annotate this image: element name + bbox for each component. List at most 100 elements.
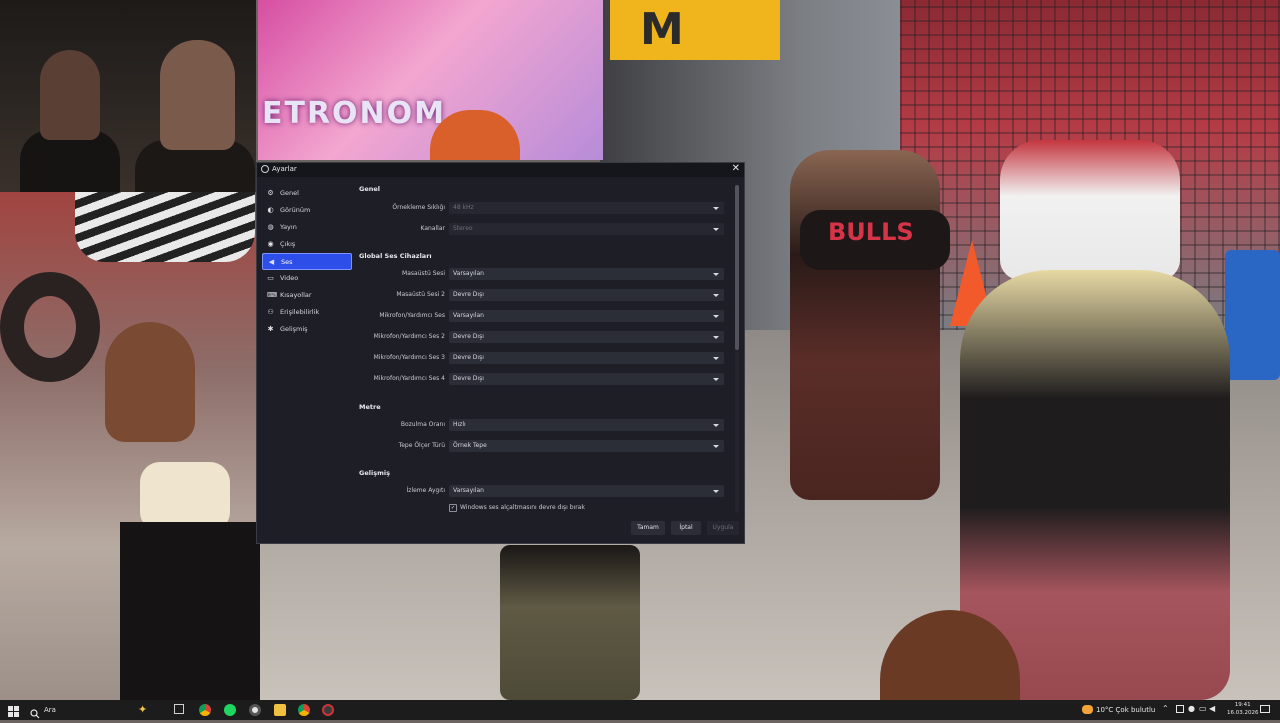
wrench-icon: ✱: [267, 325, 274, 333]
task-view-icon[interactable]: [174, 704, 184, 714]
chevron-down-icon: [713, 207, 719, 210]
neon-sign: [258, 0, 603, 160]
audio-device-select[interactable]: Devre Dışı: [449, 289, 724, 301]
section-global-devices-title: Global Ses Cihazları: [359, 252, 432, 260]
taskbar-clock[interactable]: 19:41 16.03.2026: [1227, 701, 1259, 717]
scrollbar-thumb[interactable]: [735, 185, 739, 350]
search-icon[interactable]: [30, 704, 40, 719]
meter-setting-select[interactable]: Örnek Tepe: [449, 440, 724, 452]
monitoring-device-select[interactable]: Varsayılan: [449, 485, 724, 497]
close-button[interactable]: ✕: [732, 163, 740, 175]
audio-device-value: Varsayılan: [453, 270, 484, 277]
spotify-icon[interactable]: [224, 704, 236, 716]
copilot-sparkle-icon[interactable]: ✦: [138, 703, 147, 717]
audio-device-label: Mikrofon/Yardımcı Ses 3: [373, 354, 445, 361]
dancer-shirt-text: BULLS: [828, 218, 914, 246]
chevron-down-icon: [713, 490, 719, 493]
cancel-button[interactable]: İptal: [671, 521, 701, 535]
settings-scrollbar[interactable]: [735, 185, 739, 513]
sidebar-item-accessibility[interactable]: ⚇ Erişilebilirlik: [262, 304, 352, 321]
chevron-down-icon: [713, 228, 719, 231]
audio-device-value: Devre Dışı: [453, 291, 484, 298]
audio-device-label: Mikrofon/Yardımcı Ses: [379, 312, 445, 319]
sidebar-item-label: Kısayollar: [280, 291, 312, 299]
sidebar-item-label: Ses: [281, 258, 293, 266]
dancer-left: [790, 150, 940, 500]
audio-device-select[interactable]: Devre Dışı: [449, 373, 724, 385]
section-advanced-title: Gelişmiş: [359, 469, 390, 477]
settings-dialog: Ayarlar ✕ ⚙ Genel ◐ Görünüm ◍ Yayın ◉ Çıkış ◀ Ses…: [256, 162, 745, 544]
audio-device-select[interactable]: Varsayılan: [449, 268, 724, 280]
apply-button[interactable]: Uygula: [707, 521, 739, 535]
channels-select[interactable]: Stereo: [449, 223, 724, 235]
chevron-down-icon: [713, 378, 719, 381]
ducking-checkbox-label: Windows ses alçaltmasını devre dışı bıra…: [460, 504, 585, 511]
tire: [0, 272, 100, 382]
sidebar-item-gear[interactable]: ⚙ Genel: [262, 185, 352, 202]
channels-label: Kanallar: [420, 225, 445, 232]
settings-gear-icon[interactable]: [249, 704, 261, 716]
audio-device-select[interactable]: Devre Dışı: [449, 331, 724, 343]
dialog-titlebar[interactable]: Ayarlar ✕: [257, 163, 744, 177]
obs-icon[interactable]: [322, 704, 334, 716]
meter-setting-label: Bozulma Oranı: [400, 421, 445, 428]
sidebar-item-keyboard[interactable]: ⌨ Kısayollar: [262, 287, 352, 304]
taskbar-search-label[interactable]: Ara: [44, 704, 56, 716]
settings-sidebar: ⚙ Genel ◐ Görünüm ◍ Yayın ◉ Çıkış ◀ Ses ▭ Video ⌨ Kıs…: [262, 185, 352, 338]
meter-setting-value: Hızlı: [453, 421, 466, 428]
audio-device-select[interactable]: Varsayılan: [449, 310, 724, 322]
weather-text[interactable]: 10°C Çok bulutlu: [1096, 704, 1155, 716]
chevron-down-icon: [713, 273, 719, 276]
sidebar-item-label: Görünüm: [280, 206, 311, 214]
meter-setting-label: Tepe Ölçer Türü: [398, 442, 445, 449]
dialog-title: Ayarlar: [272, 165, 297, 173]
chevron-down-icon: [713, 294, 719, 297]
yellow-sign-text: M: [640, 4, 684, 55]
appearance-icon: ◐: [267, 206, 274, 214]
accessibility-icon: ⚇: [267, 308, 274, 316]
audio-device-value: Devre Dışı: [453, 354, 484, 361]
sidebar-item-appearance[interactable]: ◐ Görünüm: [262, 202, 352, 219]
audio-device-value: Devre Dışı: [453, 333, 484, 340]
notification-icon[interactable]: [1260, 705, 1270, 713]
audio-device-select[interactable]: Devre Dışı: [449, 352, 724, 364]
sidebar-item-label: Genel: [280, 189, 299, 197]
usb-icon[interactable]: [1176, 705, 1184, 713]
sidebar-item-label: Erişilebilirlik: [280, 308, 320, 316]
ducking-checkbox[interactable]: ✓: [449, 503, 457, 512]
audio-device-value: Devre Dışı: [453, 375, 484, 382]
yellow-sign: [610, 0, 780, 60]
keyboard-icon: ⌨: [267, 291, 278, 299]
sidebar-item-wrench[interactable]: ✱ Gelişmiş: [262, 321, 352, 338]
chrome-icon-2[interactable]: [298, 704, 310, 716]
speaker-icon: ◀: [268, 258, 275, 266]
audio-device-label: Mikrofon/Yardımcı Ses 2: [373, 333, 445, 340]
side-video-clip: [0, 192, 260, 702]
sidebar-item-label: Video: [280, 274, 299, 282]
audio-device-value: Varsayılan: [453, 312, 484, 319]
sidebar-item-output[interactable]: ◉ Çıkış: [262, 236, 352, 253]
network-icon[interactable]: ▭: [1199, 704, 1207, 718]
sidebar-item-label: Gelişmiş: [280, 325, 308, 333]
section-meters-title: Metre: [359, 403, 381, 411]
meter-setting-select[interactable]: Hızlı: [449, 419, 724, 431]
microphone-icon[interactable]: ●: [1188, 704, 1195, 718]
sidebar-item-monitor[interactable]: ▭ Video: [262, 270, 352, 287]
monitoring-device-value: Varsayılan: [453, 487, 484, 494]
sidebar-item-globe[interactable]: ◍ Yayın: [262, 219, 352, 236]
audio-device-label: Masaüstü Sesi 2: [396, 291, 445, 298]
file-explorer-icon[interactable]: [274, 704, 286, 716]
chrome-icon[interactable]: [199, 704, 211, 716]
chevron-up-icon[interactable]: ⌃: [1162, 704, 1169, 718]
ducking-checkbox-row[interactable]: ✓ Windows ses alçaltmasını devre dışı bır…: [449, 503, 585, 512]
start-button[interactable]: [8, 703, 22, 717]
volume-icon[interactable]: ◀: [1209, 704, 1215, 718]
dancer-bottom: [500, 545, 640, 700]
dancer-white-jacket: [1000, 140, 1180, 280]
audio-device-label: Mikrofon/Yardımcı Ses 4: [373, 375, 445, 382]
chevron-down-icon: [713, 315, 719, 318]
ok-button[interactable]: Tamam: [631, 521, 665, 535]
striped-shirt: [75, 192, 255, 262]
sidebar-item-speaker[interactable]: ◀ Ses: [262, 253, 352, 270]
sample-rate-select[interactable]: 48 kHz: [449, 202, 724, 214]
